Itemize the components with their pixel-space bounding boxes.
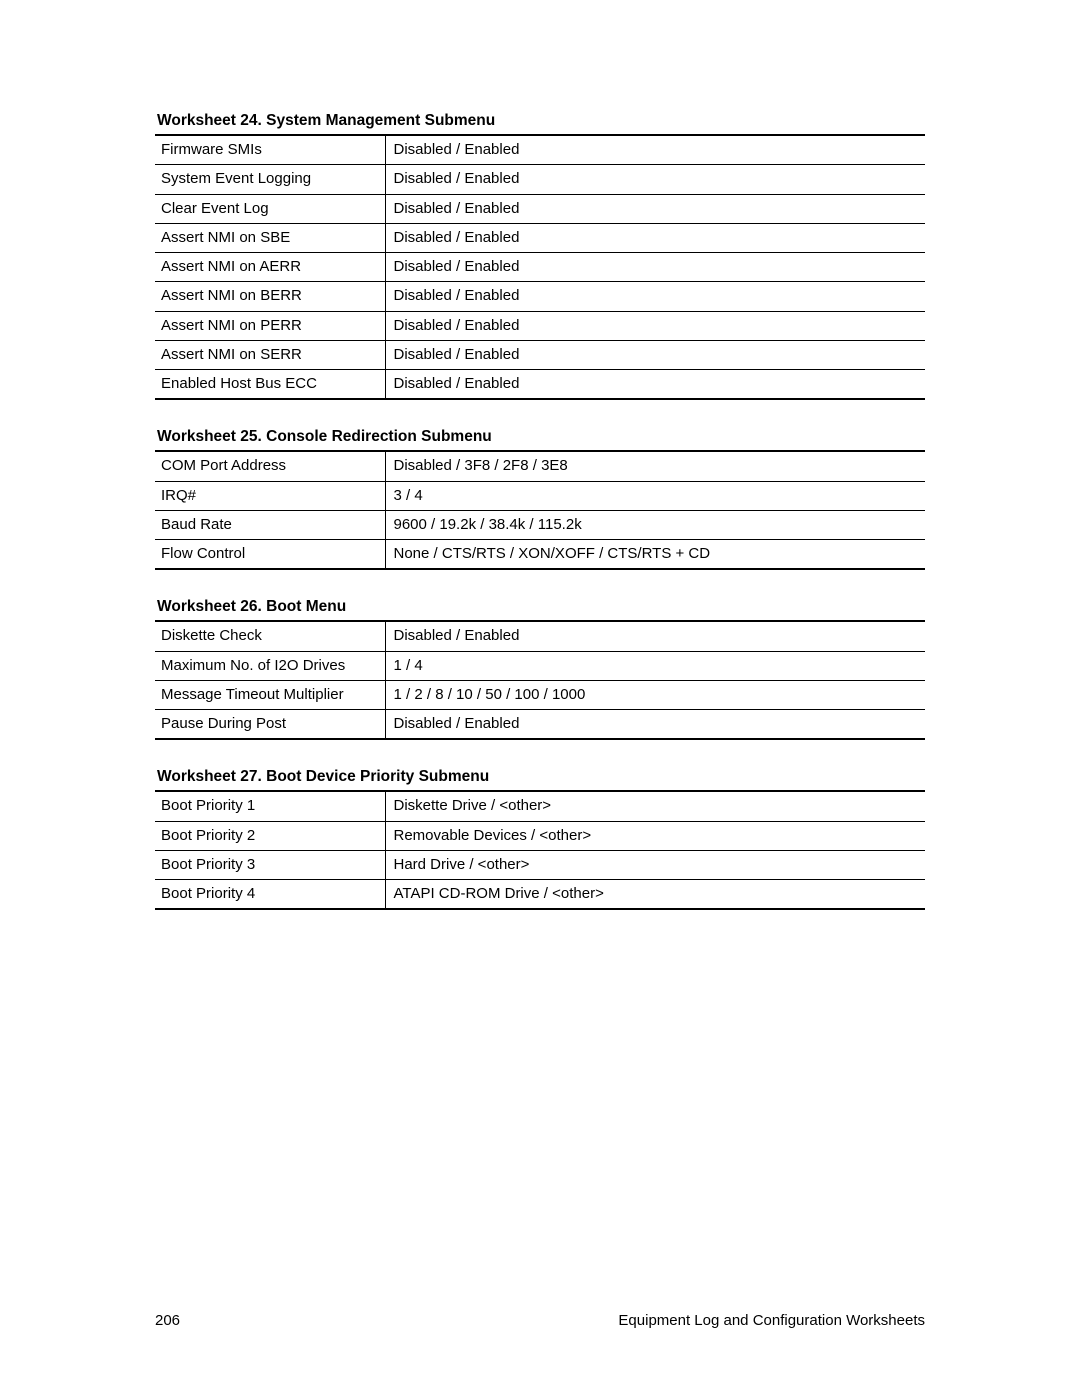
table-row: System Event LoggingDisabled / Enabled: [155, 165, 925, 194]
row-label: Flow Control: [155, 540, 385, 570]
row-value: Hard Drive / <other>: [385, 850, 925, 879]
table-row: Assert NMI on PERRDisabled / Enabled: [155, 311, 925, 340]
table-row: Assert NMI on SERRDisabled / Enabled: [155, 340, 925, 369]
page-footer: 206 Equipment Log and Configuration Work…: [155, 1312, 925, 1329]
row-value: Disabled / Enabled: [385, 136, 925, 165]
row-label: Message Timeout Multiplier: [155, 680, 385, 709]
worksheet-24-table: Firmware SMIsDisabled / Enabled System E…: [155, 136, 925, 400]
table-row: Assert NMI on SBEDisabled / Enabled: [155, 223, 925, 252]
row-value: Disabled / Enabled: [385, 370, 925, 400]
row-label: Boot Priority 2: [155, 821, 385, 850]
row-value: ATAPI CD-ROM Drive / <other>: [385, 880, 925, 910]
row-label: Assert NMI on BERR: [155, 282, 385, 311]
row-value: 9600 / 19.2k / 38.4k / 115.2k: [385, 510, 925, 539]
table-row: Assert NMI on AERRDisabled / Enabled: [155, 253, 925, 282]
row-label: Diskette Check: [155, 622, 385, 651]
table-row: Diskette CheckDisabled / Enabled: [155, 622, 925, 651]
row-value: 1 / 4: [385, 651, 925, 680]
row-label: Firmware SMIs: [155, 136, 385, 165]
table-row: Baud Rate9600 / 19.2k / 38.4k / 115.2k: [155, 510, 925, 539]
row-value: Disabled / Enabled: [385, 311, 925, 340]
row-label: Boot Priority 4: [155, 880, 385, 910]
row-label: COM Port Address: [155, 452, 385, 481]
table-row: Pause During PostDisabled / Enabled: [155, 710, 925, 740]
row-value: Disabled / Enabled: [385, 622, 925, 651]
row-label: Assert NMI on SERR: [155, 340, 385, 369]
worksheet-25-table: COM Port AddressDisabled / 3F8 / 2F8 / 3…: [155, 452, 925, 570]
row-value: Disabled / Enabled: [385, 282, 925, 311]
table-row: Boot Priority 2Removable Devices / <othe…: [155, 821, 925, 850]
page-content: Worksheet 24. System Management Submenu …: [0, 0, 1080, 910]
row-value: Disabled / Enabled: [385, 340, 925, 369]
worksheet-25-title: Worksheet 25. Console Redirection Submen…: [155, 428, 925, 452]
worksheet-25: Worksheet 25. Console Redirection Submen…: [155, 428, 925, 570]
row-value: Disabled / Enabled: [385, 253, 925, 282]
worksheet-26-table: Diskette CheckDisabled / Enabled Maximum…: [155, 622, 925, 740]
worksheet-24-title: Worksheet 24. System Management Submenu: [155, 112, 925, 136]
row-label: Enabled Host Bus ECC: [155, 370, 385, 400]
row-label: Assert NMI on PERR: [155, 311, 385, 340]
row-label: Clear Event Log: [155, 194, 385, 223]
worksheet-26: Worksheet 26. Boot Menu Diskette CheckDi…: [155, 598, 925, 740]
row-label: Maximum No. of I2O Drives: [155, 651, 385, 680]
row-value: None / CTS/RTS / XON/XOFF / CTS/RTS + CD: [385, 540, 925, 570]
worksheet-27-title: Worksheet 27. Boot Device Priority Subme…: [155, 768, 925, 792]
table-row: Clear Event LogDisabled / Enabled: [155, 194, 925, 223]
table-row: Flow ControlNone / CTS/RTS / XON/XOFF / …: [155, 540, 925, 570]
table-row: Boot Priority 1Diskette Drive / <other>: [155, 792, 925, 821]
row-label: Pause During Post: [155, 710, 385, 740]
row-value: Removable Devices / <other>: [385, 821, 925, 850]
row-label: Boot Priority 3: [155, 850, 385, 879]
page-number: 206: [155, 1312, 180, 1329]
worksheet-27: Worksheet 27. Boot Device Priority Subme…: [155, 768, 925, 910]
table-row: Message Timeout Multiplier 1 / 2 / 8 / 1…: [155, 680, 925, 709]
footer-section-title: Equipment Log and Configuration Workshee…: [618, 1312, 925, 1329]
row-label: IRQ#: [155, 481, 385, 510]
row-label: Baud Rate: [155, 510, 385, 539]
table-row: Boot Priority 4ATAPI CD-ROM Drive / <oth…: [155, 880, 925, 910]
table-row: COM Port AddressDisabled / 3F8 / 2F8 / 3…: [155, 452, 925, 481]
table-row: Assert NMI on BERRDisabled / Enabled: [155, 282, 925, 311]
row-label: Assert NMI on SBE: [155, 223, 385, 252]
worksheet-24: Worksheet 24. System Management Submenu …: [155, 112, 925, 400]
row-value: Disabled / Enabled: [385, 710, 925, 740]
row-value: Disabled / Enabled: [385, 223, 925, 252]
row-value: 3 / 4: [385, 481, 925, 510]
row-label: System Event Logging: [155, 165, 385, 194]
worksheet-27-table: Boot Priority 1Diskette Drive / <other> …: [155, 792, 925, 910]
row-value: Disabled / 3F8 / 2F8 / 3E8: [385, 452, 925, 481]
worksheet-26-title: Worksheet 26. Boot Menu: [155, 598, 925, 622]
table-row: Firmware SMIsDisabled / Enabled: [155, 136, 925, 165]
table-row: IRQ#3 / 4: [155, 481, 925, 510]
row-value: Disabled / Enabled: [385, 165, 925, 194]
table-row: Boot Priority 3Hard Drive / <other>: [155, 850, 925, 879]
row-value: Disabled / Enabled: [385, 194, 925, 223]
table-row: Enabled Host Bus ECCDisabled / Enabled: [155, 370, 925, 400]
row-label: Assert NMI on AERR: [155, 253, 385, 282]
row-value: 1 / 2 / 8 / 10 / 50 / 100 / 1000: [385, 680, 925, 709]
table-row: Maximum No. of I2O Drives 1 / 4: [155, 651, 925, 680]
row-value: Diskette Drive / <other>: [385, 792, 925, 821]
row-label: Boot Priority 1: [155, 792, 385, 821]
